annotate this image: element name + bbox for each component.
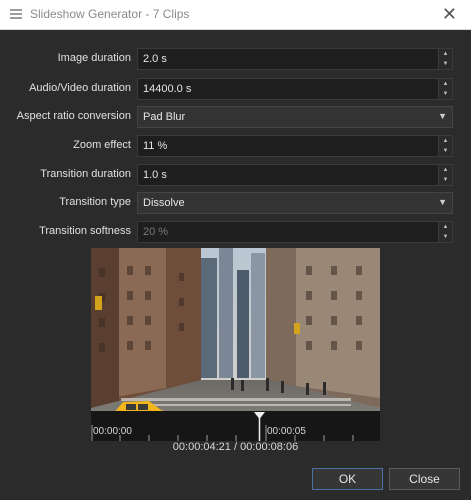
aspect-ratio-value: Pad Blur — [143, 111, 186, 123]
transition-duration-value: 1.0 s — [143, 169, 167, 181]
transition-type-row: Transition type Dissolve ▼ — [0, 192, 471, 214]
transition-duration-spinner[interactable]: ▲ ▼ — [438, 165, 452, 185]
transition-softness-row: Transition softness 20 % ▲ ▼ — [0, 221, 471, 243]
image-duration-label: Image duration — [57, 52, 131, 64]
zoom-effect-label: Zoom effect — [73, 139, 131, 151]
image-duration-field[interactable]: 2.0 s ▲ ▼ — [137, 48, 453, 70]
spin-up-icon: ▲ — [442, 51, 449, 57]
app-menu-icon[interactable] — [10, 9, 22, 20]
transition-softness-label: Transition softness — [39, 225, 131, 237]
av-duration-value: 14400.0 s — [143, 83, 192, 95]
transition-duration-label: Transition duration — [40, 168, 131, 180]
transition-duration-field[interactable]: 1.0 s ▲ ▼ — [137, 164, 453, 186]
transition-type-value: Dissolve — [143, 197, 185, 209]
window-close-icon[interactable]: ✕ — [442, 3, 457, 25]
spin-down-icon: ▼ — [442, 234, 449, 240]
timecode-readout: 00:00:04:21 / 00:00:08:06 — [172, 441, 299, 453]
chevron-down-icon: ▼ — [438, 111, 447, 121]
title-bar: Slideshow Generator - 7 Clips ✕ — [0, 0, 471, 30]
transition-softness-field[interactable]: 20 % ▲ ▼ — [137, 221, 453, 243]
spin-down-icon: ▼ — [442, 177, 449, 183]
image-duration-spinner[interactable]: ▲ ▼ — [438, 49, 452, 69]
image-duration-value: 2.0 s — [143, 53, 167, 65]
spin-up-icon: ▲ — [442, 138, 449, 144]
aspect-ratio-dropdown[interactable]: Pad Blur ▼ — [137, 106, 453, 128]
timeline-start-label: 00:00:00 — [93, 426, 132, 437]
transition-duration-row: Transition duration 1.0 s ▲ ▼ — [0, 164, 471, 186]
av-duration-spinner[interactable]: ▲ ▼ — [438, 79, 452, 99]
window-title: Slideshow Generator - 7 Clips — [30, 7, 190, 21]
zoom-effect-spinner[interactable]: ▲ ▼ — [438, 136, 452, 156]
aspect-ratio-label: Aspect ratio conversion — [16, 110, 131, 122]
spin-up-icon: ▲ — [442, 224, 449, 230]
spin-up-icon: ▲ — [442, 81, 449, 87]
spin-down-icon: ▼ — [442, 61, 449, 67]
close-button[interactable]: Close — [389, 468, 460, 490]
ok-button[interactable]: OK — [312, 468, 383, 490]
transition-softness-spinner[interactable]: ▲ ▼ — [438, 222, 452, 242]
image-duration-row: Image duration 2.0 s ▲ ▼ — [0, 48, 471, 70]
timeline[interactable]: 00:00:00 00:00:05 — [91, 411, 380, 441]
zoom-effect-row: Zoom effect 11 % ▲ ▼ — [0, 135, 471, 157]
spin-down-icon: ▼ — [442, 148, 449, 154]
timeline-mid-label: 00:00:05 — [267, 426, 306, 437]
av-duration-label: Audio/Video duration — [29, 82, 131, 94]
chevron-down-icon: ▼ — [438, 197, 447, 207]
transition-type-dropdown[interactable]: Dissolve ▼ — [137, 192, 453, 214]
transition-type-label: Transition type — [59, 196, 131, 208]
av-duration-field[interactable]: 14400.0 s ▲ ▼ — [137, 78, 453, 100]
av-duration-row: Audio/Video duration 14400.0 s ▲ ▼ — [0, 78, 471, 100]
spin-up-icon: ▲ — [442, 167, 449, 173]
transition-softness-value: 20 % — [143, 226, 169, 238]
zoom-effect-value: 11 % — [143, 140, 168, 152]
zoom-effect-field[interactable]: 11 % ▲ ▼ — [137, 135, 453, 157]
aspect-ratio-row: Aspect ratio conversion Pad Blur ▼ — [0, 106, 471, 128]
spin-down-icon: ▼ — [442, 91, 449, 97]
slideshow-dialog: Image duration 2.0 s ▲ ▼ Audio/Video dura… — [0, 30, 471, 500]
